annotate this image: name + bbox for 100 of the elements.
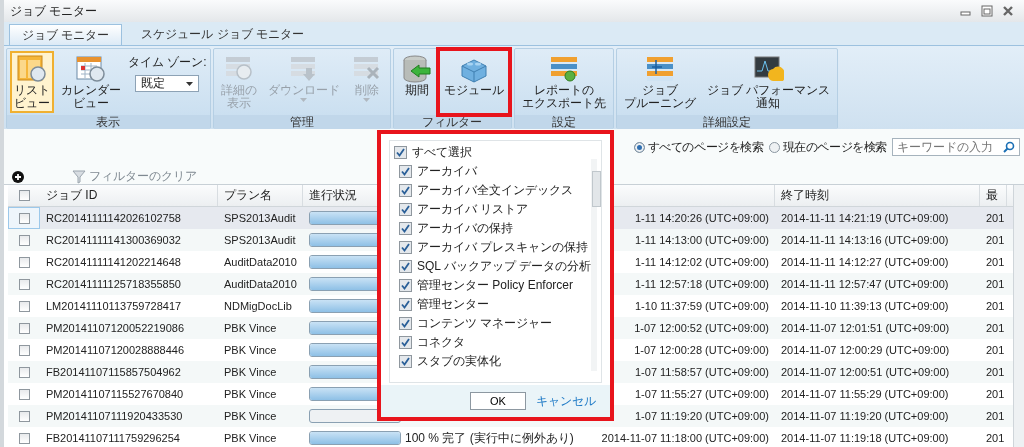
table-cell: 1-07 11:55:27 (UTC+09:00) [635, 388, 769, 400]
table-cell: RC20141111141300369032 [46, 234, 181, 246]
check-icon [401, 167, 410, 176]
table-cell: 2014-11-11 14:21:19 (UTC+09:00) [781, 212, 949, 224]
list-magnifier-icon [16, 54, 48, 84]
ok-button[interactable]: OK [470, 392, 526, 410]
table-cell: 1-11 14:13:00 (UTC+09:00) [635, 234, 769, 246]
table-cell: 1-07 11:58:57 (UTC+09:00) [635, 366, 769, 378]
table-cell: PBK Vince [224, 410, 277, 422]
ribbon-button[interactable]: リスト ビュー [10, 51, 54, 113]
row-checkbox[interactable] [18, 432, 30, 444]
table-cell: 2014-11-07 11:55:29 (UTC+09:00) [781, 388, 949, 400]
column-header[interactable]: 終了時刻 [775, 185, 980, 206]
table-cell: 2014-11-07 12:00:51 (UTC+09:00) [781, 366, 950, 378]
row-checkbox[interactable] [18, 366, 30, 378]
table-cell: 201 [986, 410, 1005, 422]
row-checkbox[interactable] [18, 278, 30, 290]
table-cell: NDMigDocLib [224, 300, 292, 312]
table-cell: 201 [986, 256, 1005, 268]
table-cell: 1-11 14:12:02 (UTC+09:00) [635, 256, 769, 268]
table-cell: 201 [986, 234, 1005, 246]
search-scope-radio[interactable]: 現在のページを検索 [768, 138, 887, 156]
table-cell: PM20141107120052219086 [46, 322, 185, 334]
time-zone-dropdown[interactable]: 既定 [135, 75, 200, 92]
caret-icon [186, 81, 194, 86]
search-scope-radio[interactable]: すべてのページを検索 [633, 138, 764, 156]
scrollbar[interactable] [1013, 185, 1024, 447]
row-checkbox[interactable] [18, 410, 30, 422]
tab[interactable]: ジョブ モニター [9, 24, 123, 45]
table-cell: FB20141107115857504962 [46, 366, 181, 378]
table-cell: 2014-11-11 14:13:16 (UTC+09:00) [781, 234, 949, 246]
table-cell: 2014-11-11 12:57:47 (UTC+09:00) [781, 278, 949, 290]
column-header[interactable]: プラン名 [218, 185, 303, 206]
module-checkbox[interactable]: SQL バックアップ データの分析 [394, 257, 592, 276]
table-cell: 2014-11-11 14:12:27 (UTC+09:00) [781, 256, 949, 268]
table-cell: 1-07 12:00:28 (UTC+09:00) [634, 344, 769, 356]
monitor-bell-icon [752, 54, 785, 84]
table-cell: PM20141107111920433530 [46, 410, 183, 422]
module-checkbox[interactable]: アーカイバ プレスキャンの保持 [394, 238, 592, 257]
close-icon[interactable] [1002, 5, 1014, 17]
table-cell: PBK Vince [224, 432, 277, 444]
module-checkbox[interactable]: コネクタ [394, 333, 592, 352]
restore-icon[interactable] [981, 5, 993, 17]
table-cell: 2014-11-07 11:18:00 (UTC+09:00) [601, 432, 769, 444]
table-cell: PM20141107115527670840 [46, 388, 184, 400]
table-cell: SPS2013Audit [224, 234, 296, 246]
row-checkbox[interactable] [18, 300, 30, 312]
ribbon-button[interactable]: レポートの エクスポート先 [517, 51, 610, 113]
ribbon-button[interactable]: 期間 [396, 51, 437, 113]
select-all-checkbox[interactable]: すべて選択 [394, 143, 592, 162]
ribbon-button[interactable]: ジョブ プルーニング [619, 51, 700, 113]
column-header[interactable]: 最 [980, 185, 1007, 206]
search-icon[interactable] [1003, 141, 1015, 153]
ribbon-button[interactable]: ジョブ パフォーマンス 通知 [702, 51, 834, 113]
table-cell: 201 [986, 300, 1005, 312]
table-cell: 201 [986, 278, 1005, 290]
row-checkbox[interactable] [18, 388, 30, 400]
table-cell: 201 [986, 388, 1005, 400]
select-all-checkbox[interactable] [18, 190, 30, 201]
table-cell: 1-10 11:37:59 (UTC+09:00) [635, 300, 769, 312]
time-zone-label: タイム ゾーン: [128, 54, 207, 71]
module-checkbox[interactable]: 管理センター [394, 295, 592, 314]
table-cell: 100 % 完了 (実行中に例外あり) [405, 429, 574, 447]
table-cell: FB20141107111759296254 [46, 432, 180, 444]
module-checkbox[interactable]: コンテンツ マネージャー [394, 314, 592, 333]
module-checkbox[interactable]: アーカイバの保持 [394, 219, 592, 238]
column-header[interactable]: ジョブ ID [40, 185, 218, 206]
table-cell: 1-11 14:20:26 (UTC+09:00) [635, 212, 769, 224]
table-cell: PBK Vince [224, 322, 277, 334]
check-icon [396, 148, 405, 157]
row-checkbox[interactable] [18, 256, 30, 268]
row-selector-cell[interactable] [8, 207, 40, 229]
cancel-link[interactable]: キャンセル [536, 392, 596, 410]
table-cell: 2014-11-07 11:19:20 (UTC+09:00) [781, 410, 949, 422]
table-cell: 201 [986, 366, 1005, 378]
table-cell: 1-11 12:57:18 (UTC+09:00) [635, 278, 769, 290]
row-checkbox[interactable] [18, 212, 30, 224]
database-arrow-icon [400, 54, 433, 84]
module-checkbox[interactable]: アーカイバ全文インデックス [394, 181, 592, 200]
check-icon [401, 186, 410, 195]
check-icon [401, 319, 410, 328]
ribbon-button[interactable]: カレンダー ビュー [57, 51, 125, 113]
row-checkbox[interactable] [18, 322, 30, 334]
module-checkbox[interactable]: アーカイバ リストア [394, 200, 592, 219]
table-cell: 2014-11-10 11:39:13 (UTC+09:00) [781, 300, 949, 312]
module-checkbox[interactable]: スタブの実体化 [394, 352, 592, 371]
row-checkbox[interactable] [18, 234, 30, 246]
ribbon-button[interactable]: モジュール [439, 51, 508, 113]
tab[interactable]: スケジュール ジョブ モニター [128, 24, 317, 45]
module-checkbox[interactable]: アーカイバ [394, 162, 592, 181]
row-checkbox[interactable] [18, 344, 30, 356]
module-checkbox[interactable]: 管理センター Policy Enforcer [394, 276, 592, 295]
table-cell: 201 [986, 344, 1005, 356]
table-cell: 201 [986, 432, 1005, 444]
table-cell: RC20141111141202214648 [46, 256, 181, 268]
check-icon [401, 338, 410, 347]
check-icon [401, 224, 410, 233]
search-field[interactable]: キーワードの入力 [892, 138, 1020, 156]
add-icon[interactable] [12, 170, 24, 183]
check-icon [401, 262, 410, 271]
